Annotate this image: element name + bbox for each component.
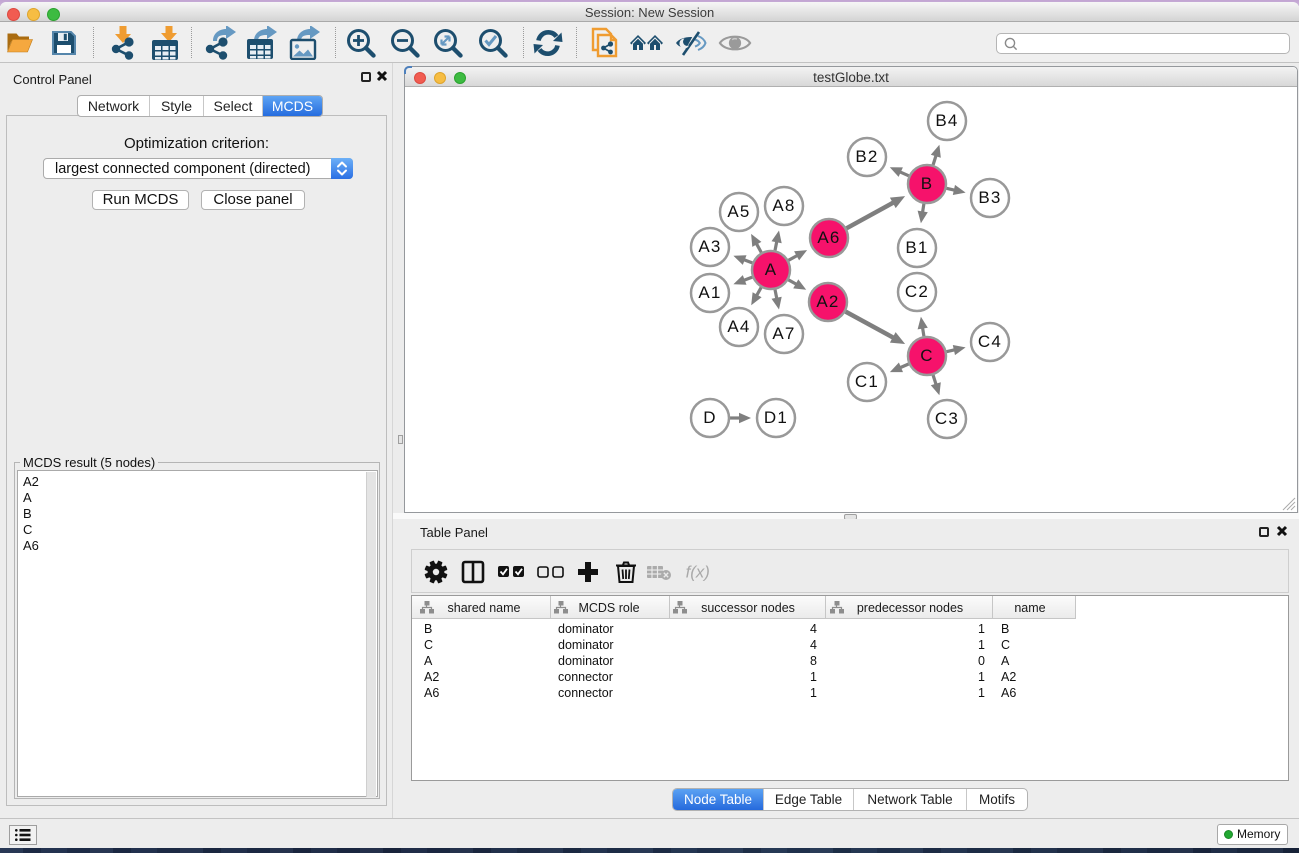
svg-text:D: D	[703, 408, 716, 427]
svg-text:B3: B3	[978, 188, 1001, 207]
svg-text:B2: B2	[855, 147, 878, 166]
svg-text:A2: A2	[816, 292, 839, 311]
svg-text:D1: D1	[764, 408, 788, 427]
svg-text:C: C	[920, 346, 933, 365]
svg-text:A1: A1	[698, 283, 721, 302]
svg-text:B4: B4	[935, 111, 958, 130]
svg-text:C4: C4	[978, 332, 1002, 351]
svg-text:C1: C1	[855, 372, 879, 391]
svg-text:A3: A3	[698, 237, 721, 256]
svg-text:A4: A4	[727, 317, 750, 336]
svg-text:A: A	[765, 260, 778, 279]
svg-text:A6: A6	[817, 228, 840, 247]
svg-text:C2: C2	[905, 282, 929, 301]
svg-text:A8: A8	[772, 196, 795, 215]
svg-text:C3: C3	[935, 409, 959, 428]
svg-text:A7: A7	[772, 324, 795, 343]
svg-text:f(x): f(x)	[686, 563, 710, 582]
svg-text:A5: A5	[727, 202, 750, 221]
svg-text:B1: B1	[905, 238, 928, 257]
svg-text:B: B	[921, 174, 934, 193]
